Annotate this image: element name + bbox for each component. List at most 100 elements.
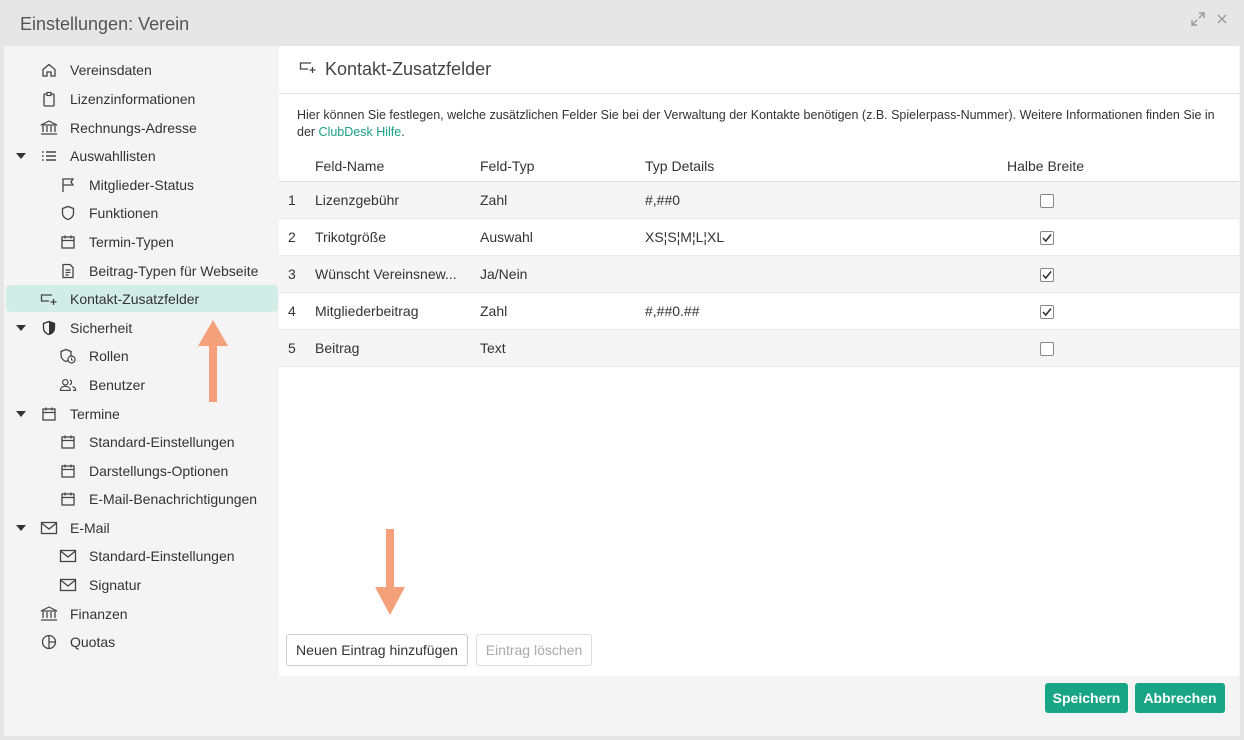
- list-icon: [40, 147, 58, 165]
- sidebar-item-auswahllisten[interactable]: Auswahllisten: [4, 142, 279, 169]
- row-number: 1: [288, 192, 296, 208]
- sidebar-item-label: Funktionen: [89, 204, 159, 221]
- half-width-checkbox[interactable]: [1040, 305, 1054, 319]
- half-width-checkbox[interactable]: [1040, 342, 1054, 356]
- sidebar-item-label: Quotas: [70, 633, 116, 650]
- sidebar-item-lizenzinformationen[interactable]: Lizenzinformationen: [4, 85, 279, 112]
- sidebar-item-termin-typen[interactable]: Termin-Typen: [4, 228, 279, 255]
- document-icon: [59, 262, 77, 280]
- table-row[interactable]: 3 Wünscht Vereinsnew... Ja/Nein: [279, 256, 1239, 293]
- sidebar-item-email-benachrichtigungen[interactable]: E-Mail-Benachrichtigungen: [4, 485, 279, 512]
- calendar-icon: [59, 462, 77, 480]
- sidebar-item-label: Sicherheit: [70, 319, 133, 336]
- bank-icon: [40, 119, 58, 137]
- sidebar-item-label: Termin-Typen: [89, 233, 174, 250]
- calendar-icon: [40, 405, 58, 423]
- table-row[interactable]: 5 Beitrag Text: [279, 330, 1239, 367]
- field-add-icon: [40, 290, 58, 308]
- sidebar-item-label: Lizenzinformationen: [70, 90, 196, 107]
- half-width-checkbox[interactable]: [1040, 268, 1054, 282]
- calendar-icon: [59, 233, 77, 251]
- save-button[interactable]: Speichern: [1045, 683, 1128, 713]
- shield-outline-icon: [59, 204, 77, 222]
- pie-chart-icon: [40, 633, 58, 651]
- delete-entry-button[interactable]: Eintrag löschen: [476, 634, 592, 666]
- clipboard-icon: [40, 90, 58, 108]
- sidebar-item-darstellungs-optionen[interactable]: Darstellungs-Optionen: [4, 457, 279, 484]
- dialog-body: Vereinsdaten Lizenzinformationen Rechnun…: [4, 46, 1240, 736]
- sidebar-item-funktionen[interactable]: Funktionen: [4, 199, 279, 226]
- sidebar-item-label: Darstellungs-Optionen: [89, 462, 229, 479]
- expand-caret-icon[interactable]: [16, 324, 26, 331]
- sidebar-item-sicherheit[interactable]: Sicherheit: [4, 314, 279, 341]
- sidebar-item-vereinsdaten[interactable]: Vereinsdaten: [4, 56, 279, 83]
- sidebar-item-kontakt-zusatzfelder[interactable]: Kontakt-Zusatzfelder: [6, 285, 278, 312]
- cell-typ-details: #,##0: [645, 192, 681, 208]
- page-title: Kontakt-Zusatzfelder: [325, 59, 492, 79]
- sidebar-item-signatur[interactable]: Signatur: [4, 571, 279, 598]
- row-number: 4: [288, 303, 296, 319]
- sidebar-item-finanzen[interactable]: Finanzen: [4, 600, 279, 627]
- mail-icon: [40, 519, 58, 537]
- users-icon: [59, 376, 77, 394]
- column-header-feld-typ[interactable]: Feld-Typ: [480, 158, 534, 174]
- cell-feld-typ: Auswahl: [480, 229, 533, 245]
- cell-feld-typ: Zahl: [480, 192, 508, 208]
- help-link[interactable]: ClubDesk Hilfe: [319, 125, 402, 139]
- sidebar-item-rollen[interactable]: Rollen: [4, 342, 279, 369]
- title-actions: [1190, 12, 1230, 28]
- sidebar-item-termine-standard[interactable]: Standard-Einstellungen: [4, 428, 279, 455]
- sidebar-item-email[interactable]: E-Mail: [4, 514, 279, 541]
- maximize-icon[interactable]: [1190, 12, 1206, 28]
- cell-feld-typ: Ja/Nein: [480, 266, 528, 282]
- table-row[interactable]: 1 Lizenzgebühr Zahl #,##0: [279, 182, 1239, 219]
- column-header-halbe-breite[interactable]: Halbe Breite: [1007, 158, 1084, 174]
- table-row[interactable]: 4 Mitgliederbeitrag Zahl #,##0.##: [279, 293, 1239, 330]
- sidebar-item-email-standard[interactable]: Standard-Einstellungen: [4, 542, 279, 569]
- sidebar-item-label: Benutzer: [89, 376, 146, 393]
- sidebar-item-benutzer[interactable]: Benutzer: [4, 371, 279, 398]
- description-text: Hier können Sie festlegen, welche zusätz…: [297, 108, 1215, 139]
- expand-caret-icon[interactable]: [16, 524, 26, 531]
- flag-icon: [59, 176, 77, 194]
- add-entry-button[interactable]: Neuen Eintrag hinzufügen: [286, 634, 468, 666]
- sidebar-item-label: Termine: [70, 405, 120, 422]
- table-row[interactable]: 2 Trikotgröße Auswahl XS¦S¦M¦L¦XL: [279, 219, 1239, 256]
- sidebar-item-label: Signatur: [89, 576, 142, 593]
- row-number: 2: [288, 229, 296, 245]
- annotation-arrow-up-icon: [198, 320, 228, 402]
- sidebar-item-label: E-Mail: [70, 519, 110, 536]
- row-number: 5: [288, 340, 296, 356]
- sidebar-item-label: Mitglieder-Status: [89, 176, 195, 193]
- cell-feld-name: Lizenzgebühr: [315, 192, 400, 208]
- sidebar-item-beitrag-typen[interactable]: Beitrag-Typen für Webseite: [4, 257, 279, 284]
- description: Hier können Sie festlegen, welche zusätz…: [297, 107, 1227, 141]
- half-width-checkbox[interactable]: [1040, 194, 1054, 208]
- annotation-arrow-down-icon: [375, 529, 405, 615]
- cell-feld-name: Wünscht Vereinsnew...: [315, 266, 457, 282]
- cell-feld-name: Mitgliederbeitrag: [315, 303, 419, 319]
- content-header: Kontakt-Zusatzfelder: [279, 46, 1239, 94]
- home-icon: [40, 61, 58, 79]
- cell-typ-details: XS¦S¦M¦L¦XL: [645, 229, 725, 245]
- calendar-icon: [59, 433, 77, 451]
- sidebar-item-termine[interactable]: Termine: [4, 400, 279, 427]
- sidebar-item-label: Beitrag-Typen für Webseite: [89, 262, 259, 279]
- cell-feld-name: Trikotgröße: [315, 229, 387, 245]
- expand-caret-icon[interactable]: [16, 152, 26, 159]
- field-add-icon: [299, 60, 317, 79]
- sidebar-item-quotas[interactable]: Quotas: [4, 628, 279, 655]
- column-header-typ-details[interactable]: Typ Details: [645, 158, 714, 174]
- close-icon[interactable]: [1214, 12, 1230, 28]
- cell-feld-typ: Zahl: [480, 303, 508, 319]
- half-width-checkbox[interactable]: [1040, 231, 1054, 245]
- security-shield-icon: [40, 319, 58, 337]
- sidebar: Vereinsdaten Lizenzinformationen Rechnun…: [4, 46, 279, 676]
- cancel-button[interactable]: Abbrechen: [1135, 683, 1225, 713]
- sidebar-item-label: E-Mail-Benachrichtigungen: [89, 490, 258, 507]
- column-header-feld-name[interactable]: Feld-Name: [315, 158, 384, 174]
- sidebar-item-mitglieder-status[interactable]: Mitglieder-Status: [4, 171, 279, 198]
- expand-caret-icon[interactable]: [16, 410, 26, 417]
- sidebar-item-rechnungs-adresse[interactable]: Rechnungs-Adresse: [4, 114, 279, 141]
- sidebar-item-label: Kontakt-Zusatzfelder: [70, 290, 200, 307]
